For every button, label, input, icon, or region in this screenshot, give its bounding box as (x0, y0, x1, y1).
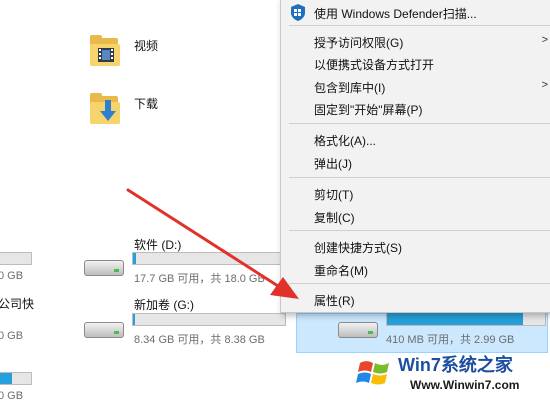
watermark-url: Www.Winwin7.com (410, 378, 520, 392)
watermark: Win7系统之家 Www.Winwin7.com (350, 345, 550, 403)
windows-logo-icon (356, 361, 389, 385)
red-arrow-icon (126, 188, 299, 299)
explorer-view: 视频 下载 0 GB 公司快 0 GB 0 GB 软件 (D:) 17.7 GB… (0, 0, 550, 403)
watermark-title: Win7系统之家 (398, 355, 513, 375)
